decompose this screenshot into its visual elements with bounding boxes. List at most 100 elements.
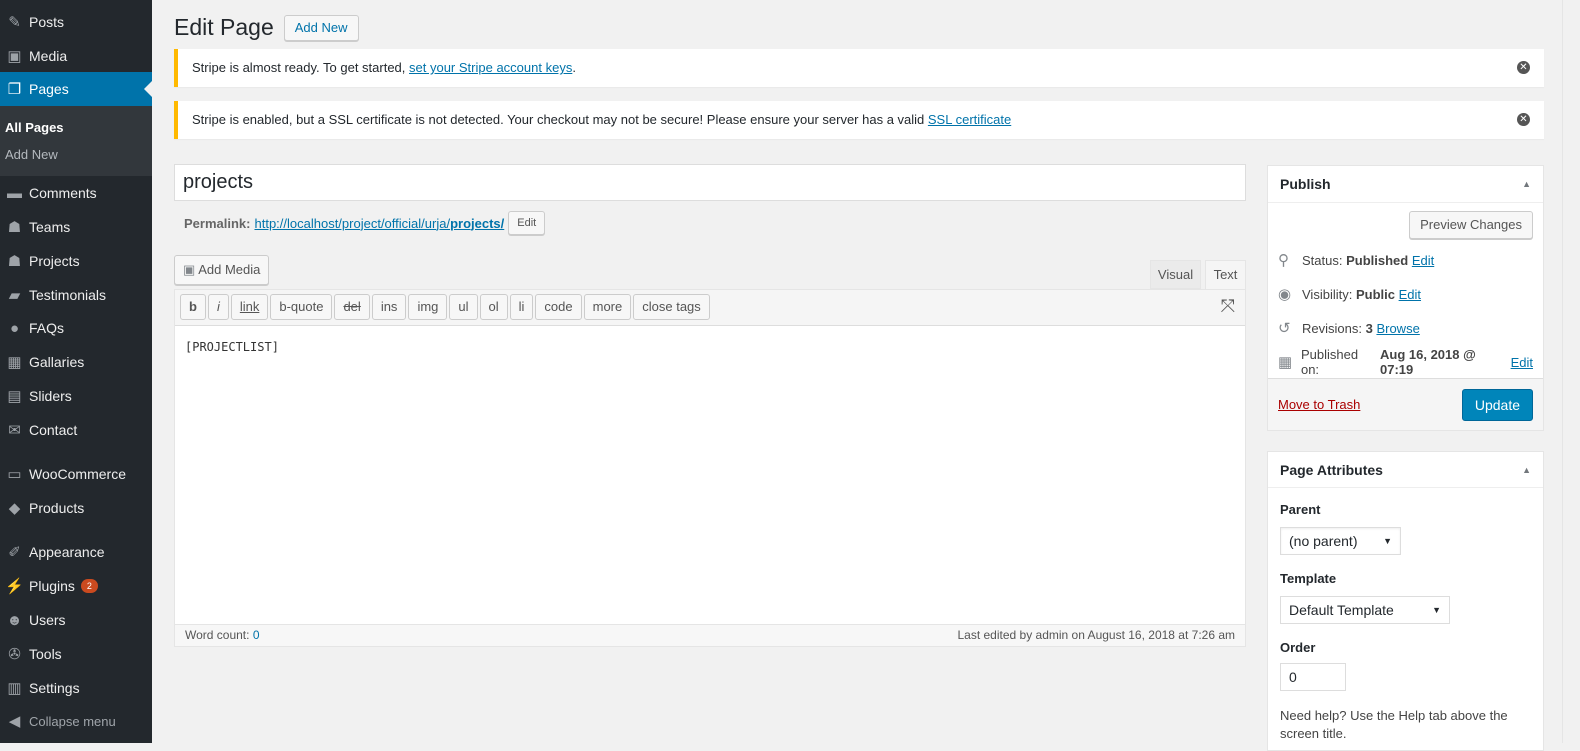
- submenu-all-pages[interactable]: All Pages: [0, 114, 152, 141]
- sidebar-item-media[interactable]: ▣ Media: [0, 39, 152, 73]
- qt-i-button[interactable]: i: [207, 294, 229, 320]
- visibility-edit-link[interactable]: Edit: [1399, 287, 1421, 302]
- admin-sidebar: ✎ Posts ▣ Media ❐ Pages ▬ Comments ☗ Teams ☗ Projec…: [0, 0, 152, 743]
- sidebar-item-users[interactable]: ☻ Users: [0, 603, 152, 637]
- preview-changes-button[interactable]: Preview Changes: [1409, 211, 1533, 239]
- qt-del-button[interactable]: del: [334, 294, 370, 320]
- sidebar-item-posts[interactable]: ✎ Posts: [0, 5, 152, 39]
- sidebar-item-woocommerce[interactable]: ▭ WooCommerce: [0, 457, 152, 491]
- parent-select[interactable]: (no parent) ▼: [1280, 527, 1401, 555]
- archive-icon: ◆: [8, 500, 21, 517]
- media-icon: ▣: [7, 48, 22, 65]
- faq-icon: ●: [9, 319, 20, 337]
- collapse-icon: ◀: [8, 713, 21, 730]
- tab-text[interactable]: Text: [1205, 260, 1246, 290]
- groups-icon: ☗: [7, 253, 22, 270]
- user-icon: ☻: [6, 611, 23, 629]
- sidebar-item-projects[interactable]: ☗ Projects: [0, 244, 152, 278]
- permalink: Permalink: http://localhost/project/offi…: [184, 211, 546, 235]
- pages-icon: ❐: [7, 81, 22, 98]
- email-icon: ✉: [8, 422, 21, 439]
- sidebar-item-testimonials[interactable]: ▰ Testimonials: [0, 278, 152, 312]
- eye-icon: ◉: [1278, 286, 1292, 303]
- submenu-add-new[interactable]: Add New: [0, 141, 152, 168]
- sidebar-item-settings[interactable]: ▥ Settings: [0, 671, 152, 705]
- plugin-icon: ⚡: [5, 578, 24, 595]
- media-icon: ▣: [183, 262, 196, 277]
- qt-li-button[interactable]: li: [509, 294, 534, 320]
- sidebar-item-pages[interactable]: ❐ Pages: [0, 72, 152, 106]
- page-attributes-box: Page Attributes ▲ Parent (no parent) ▼ Te…: [1267, 451, 1544, 751]
- brush-icon: ✐: [8, 544, 21, 561]
- ssl-link[interactable]: SSL certificate: [928, 112, 1011, 127]
- editor-textarea[interactable]: [PROJECTLIST]: [175, 326, 1245, 624]
- wrench-icon: ✇: [8, 646, 21, 663]
- publish-title: Publish: [1280, 176, 1331, 192]
- testimonial-icon: ▰: [8, 287, 21, 304]
- permalink-link[interactable]: http://localhost/project/official/urja/p…: [254, 216, 504, 231]
- qt-code-button[interactable]: code: [535, 294, 582, 320]
- qt-ul-button[interactable]: ul: [449, 294, 478, 320]
- sidebar-item-teams[interactable]: ☗ Teams: [0, 210, 152, 244]
- attributes-title: Page Attributes: [1280, 461, 1383, 478]
- move-to-trash-link[interactable]: Move to Trash: [1278, 397, 1360, 412]
- stripe-notice: Stripe is almost ready. To get started, …: [174, 49, 1544, 87]
- qt-more-button[interactable]: more: [583, 294, 632, 320]
- title-input[interactable]: projects: [174, 164, 1246, 201]
- update-count-badge: 2: [80, 579, 98, 593]
- permalink-edit-button[interactable]: Edit: [508, 211, 546, 235]
- dismiss-icon[interactable]: ✕: [1517, 113, 1530, 126]
- browse-revisions-link[interactable]: Browse: [1376, 321, 1419, 336]
- help-text: Need help? Use the Help tab above the sc…: [1280, 708, 1508, 741]
- sidebar-item-collapse-menu[interactable]: ◀ Collapse menu: [0, 704, 152, 738]
- pages-submenu: All Pages Add New: [0, 106, 152, 176]
- woo-icon: ▭: [7, 466, 22, 483]
- qt-b-button[interactable]: b: [180, 294, 206, 320]
- page-title: Edit Page: [174, 14, 274, 40]
- fullscreen-icon[interactable]: ⤧: [1221, 296, 1235, 317]
- collapse-arrow-icon[interactable]: ▲: [1522, 179, 1531, 189]
- sidebar-item-tools[interactable]: ✇ Tools: [0, 637, 152, 671]
- pin-icon: ⚲: [1278, 252, 1289, 269]
- pin-icon: ✎: [8, 14, 21, 31]
- order-input[interactable]: 0: [1280, 663, 1346, 691]
- history-icon: ↺: [1278, 320, 1291, 337]
- qt-ol-button[interactable]: ol: [479, 294, 508, 320]
- qt-ins-button[interactable]: ins: [371, 294, 407, 320]
- qt-img-button[interactable]: img: [408, 294, 448, 320]
- editor: b i link b-quote del ins img ul ol li code more clos…: [174, 289, 1246, 647]
- sidebar-item-products[interactable]: ◆ Products: [0, 491, 152, 525]
- status-edit-link[interactable]: Edit: [1412, 253, 1434, 268]
- page-header: Edit Page Add New: [174, 14, 359, 41]
- comment-icon: ▬: [7, 184, 22, 202]
- qt-link-button[interactable]: link: [230, 294, 269, 320]
- sidebar-item-sliders[interactable]: ▤ Sliders: [0, 379, 152, 413]
- update-button[interactable]: Update: [1461, 388, 1533, 421]
- scrollbar[interactable]: [1562, 0, 1580, 743]
- publish-box: Publish ▲ Preview Changes ⚲ Status: Publi…: [1267, 165, 1544, 431]
- groups-icon: ☗: [7, 219, 22, 236]
- stripe-keys-link[interactable]: set your Stripe account keys: [409, 60, 572, 75]
- add-new-button[interactable]: Add New: [283, 14, 359, 41]
- template-select[interactable]: Default Template ▼: [1280, 596, 1450, 624]
- slides-icon: ▤: [7, 388, 22, 405]
- dismiss-icon[interactable]: ✕: [1517, 61, 1530, 74]
- tab-visual[interactable]: Visual: [1150, 260, 1201, 289]
- sidebar-item-appearance[interactable]: ✐ Appearance: [0, 535, 152, 569]
- editor-status-bar: Word count: 0 Last edited by admin on Au…: [175, 624, 1245, 646]
- sidebar-item-contact[interactable]: ✉ Contact: [0, 413, 152, 447]
- calendar-icon: ▦: [1278, 354, 1293, 371]
- sidebar-item-gallaries[interactable]: ▦ Gallaries: [0, 345, 152, 379]
- quicktags-toolbar: b i link b-quote del ins img ul ol li code more clos…: [175, 290, 1245, 326]
- add-media-button[interactable]: ▣ Add Media: [174, 255, 270, 285]
- sidebar-item-faqs[interactable]: ● FAQs: [0, 311, 152, 345]
- sidebar-item-plugins[interactable]: ⚡ Plugins 2: [0, 569, 152, 603]
- sidebar-item-comments[interactable]: ▬ Comments: [0, 176, 152, 210]
- qt-close-tags-button[interactable]: close tags: [633, 294, 710, 320]
- qt-b-quote-button[interactable]: b-quote: [270, 294, 333, 320]
- gallery-icon: ▦: [7, 354, 22, 371]
- date-edit-link[interactable]: Edit: [1511, 355, 1533, 370]
- ssl-notice: Stripe is enabled, but a SSL certificate…: [174, 101, 1544, 139]
- collapse-arrow-icon[interactable]: ▲: [1522, 465, 1531, 475]
- last-edited: Last edited by admin on August 16, 2018 …: [957, 628, 1235, 642]
